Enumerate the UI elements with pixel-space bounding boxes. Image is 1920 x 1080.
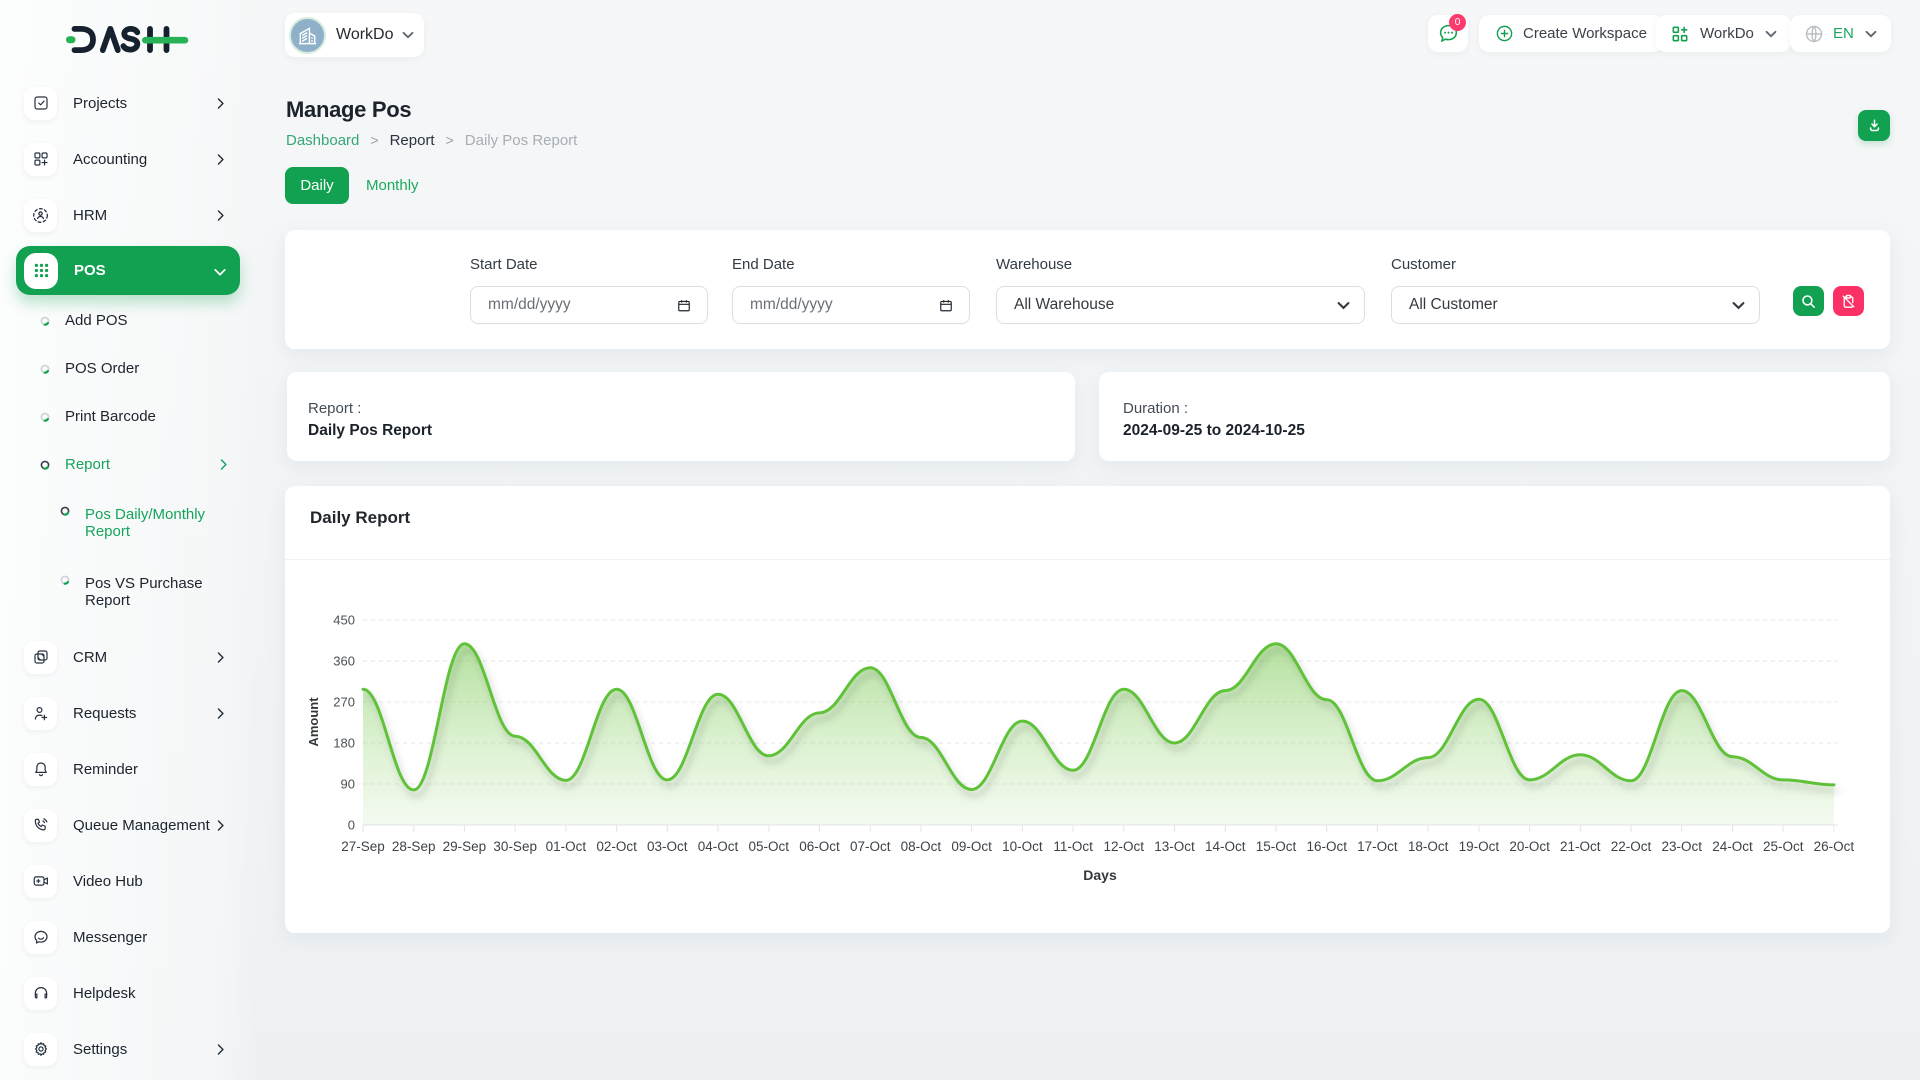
svg-text:Days: Days	[1083, 867, 1117, 883]
svg-text:Amount: Amount	[306, 697, 321, 747]
svg-text:06-Oct: 06-Oct	[799, 839, 840, 854]
svg-text:180: 180	[333, 736, 355, 751]
svg-text:04-Oct: 04-Oct	[698, 839, 739, 854]
svg-text:270: 270	[333, 695, 355, 710]
svg-text:08-Oct: 08-Oct	[901, 839, 942, 854]
svg-text:24-Oct: 24-Oct	[1712, 839, 1753, 854]
svg-text:19-Oct: 19-Oct	[1459, 839, 1500, 854]
svg-text:10-Oct: 10-Oct	[1002, 839, 1043, 854]
svg-text:13-Oct: 13-Oct	[1154, 839, 1195, 854]
svg-text:14-Oct: 14-Oct	[1205, 839, 1246, 854]
svg-text:20-Oct: 20-Oct	[1509, 839, 1550, 854]
svg-text:0: 0	[348, 818, 355, 833]
svg-text:22-Oct: 22-Oct	[1611, 839, 1652, 854]
svg-text:29-Sep: 29-Sep	[443, 839, 487, 854]
svg-text:450: 450	[333, 613, 355, 628]
svg-text:27-Sep: 27-Sep	[341, 839, 385, 854]
svg-text:15-Oct: 15-Oct	[1256, 839, 1297, 854]
svg-text:16-Oct: 16-Oct	[1306, 839, 1347, 854]
svg-text:25-Oct: 25-Oct	[1763, 839, 1804, 854]
svg-text:23-Oct: 23-Oct	[1661, 839, 1702, 854]
svg-text:01-Oct: 01-Oct	[546, 839, 587, 854]
svg-text:90: 90	[341, 777, 355, 792]
svg-text:02-Oct: 02-Oct	[596, 839, 637, 854]
svg-text:21-Oct: 21-Oct	[1560, 839, 1601, 854]
svg-text:18-Oct: 18-Oct	[1408, 839, 1449, 854]
svg-text:03-Oct: 03-Oct	[647, 839, 688, 854]
svg-text:11-Oct: 11-Oct	[1053, 839, 1093, 854]
svg-text:05-Oct: 05-Oct	[749, 839, 790, 854]
svg-text:26-Oct: 26-Oct	[1814, 839, 1855, 854]
svg-text:17-Oct: 17-Oct	[1357, 839, 1398, 854]
svg-text:07-Oct: 07-Oct	[850, 839, 891, 854]
svg-text:30-Sep: 30-Sep	[493, 839, 537, 854]
svg-text:12-Oct: 12-Oct	[1104, 839, 1145, 854]
svg-text:09-Oct: 09-Oct	[951, 839, 992, 854]
svg-text:28-Sep: 28-Sep	[392, 839, 436, 854]
svg-text:360: 360	[333, 654, 355, 669]
